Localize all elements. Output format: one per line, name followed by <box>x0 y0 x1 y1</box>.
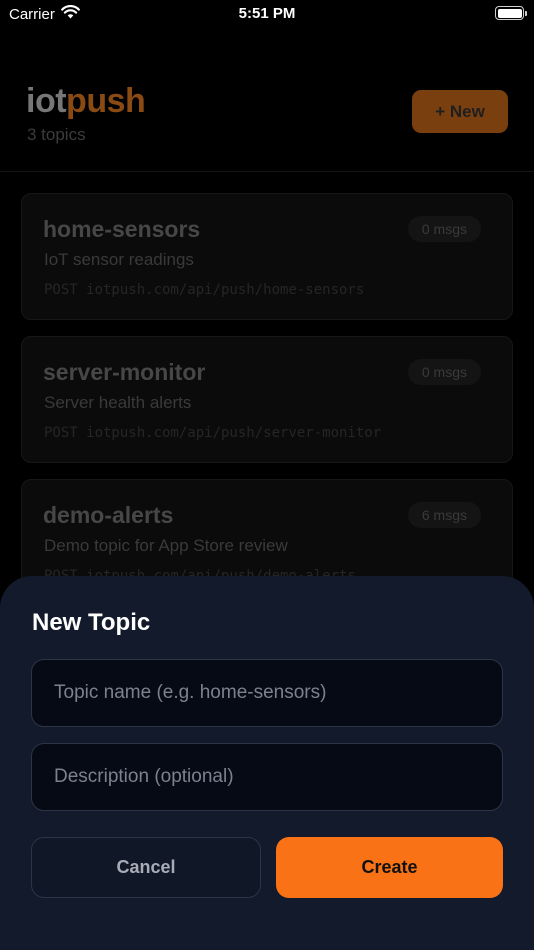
logo-part-iot: iot <box>26 82 67 120</box>
sheet-title: New Topic <box>32 609 151 636</box>
topic-name: server-monitor <box>43 359 206 385</box>
topic-endpoint: POST iotpush.com/api/push/home-sensors <box>44 282 365 298</box>
header-divider <box>0 171 534 172</box>
description-input[interactable]: Description (optional) <box>31 743 503 811</box>
app-header: iotpush 3 topics + New <box>0 60 534 172</box>
topic-card[interactable]: server-monitor 0 msgs Server health aler… <box>21 336 513 463</box>
topic-count: 3 topics <box>27 125 86 144</box>
topic-endpoint: POST iotpush.com/api/push/server-monitor <box>44 425 382 441</box>
topic-description: Server health alerts <box>44 393 192 412</box>
new-topic-sheet: New Topic Topic name (e.g. home-sensors)… <box>0 576 534 950</box>
topic-name-input[interactable]: Topic name (e.g. home-sensors) <box>31 659 503 727</box>
topic-list: home-sensors 0 msgs IoT sensor readings … <box>21 193 513 622</box>
topic-name: demo-alerts <box>43 502 174 528</box>
battery-icon <box>495 6 527 20</box>
logo-part-push: push <box>66 82 146 120</box>
topic-description: Demo topic for App Store review <box>44 536 288 555</box>
status-time: 5:51 PM <box>238 5 296 22</box>
status-bar: Carrier 5:51 PM <box>0 0 534 30</box>
cancel-button[interactable]: Cancel <box>31 837 261 898</box>
topic-description: IoT sensor readings <box>44 250 194 269</box>
message-count-badge: 0 msgs <box>407 359 481 385</box>
message-count-badge: 6 msgs <box>407 502 481 528</box>
app-logo: iotpush <box>26 82 146 121</box>
topic-card[interactable]: home-sensors 0 msgs IoT sensor readings … <box>21 193 513 320</box>
message-count-badge: 0 msgs <box>407 216 481 242</box>
create-button[interactable]: Create <box>276 837 503 898</box>
new-topic-button[interactable]: + New <box>412 90 508 133</box>
topic-name: home-sensors <box>43 216 201 242</box>
